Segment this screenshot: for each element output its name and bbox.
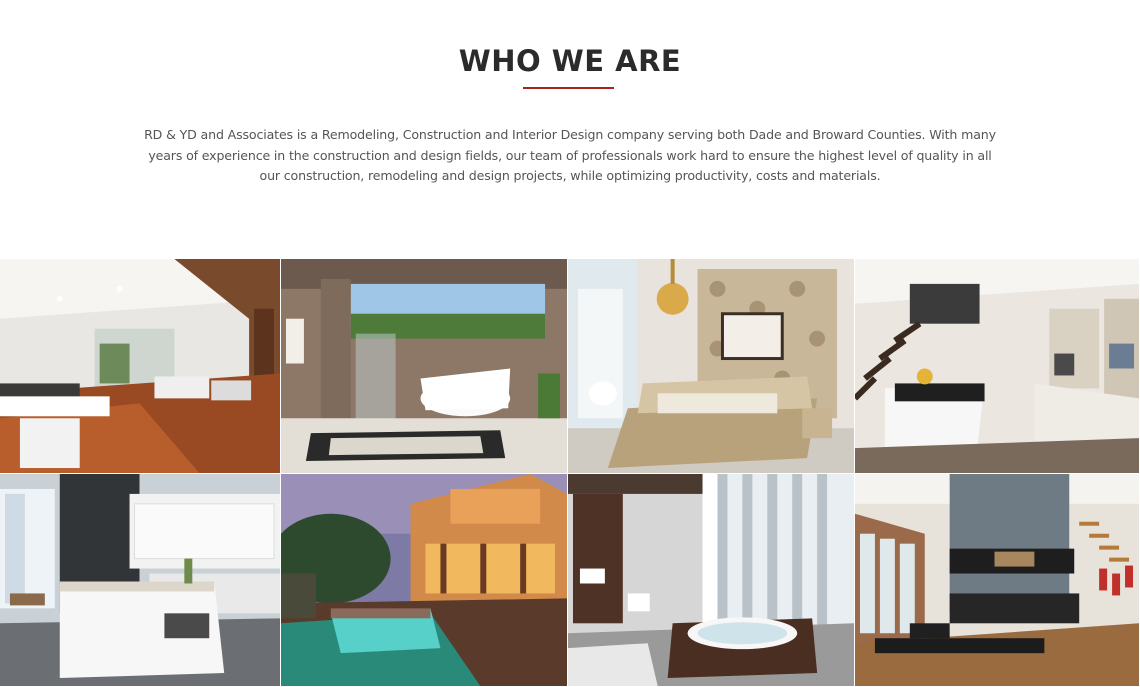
gallery-image-2[interactable] (281, 259, 568, 474)
gallery-image-3[interactable] (568, 259, 855, 474)
gallery-image-6[interactable] (281, 474, 568, 687)
section-description: RD & YD and Associates is a Remodeling, … (144, 127, 996, 183)
gallery-image-1[interactable] (0, 259, 281, 474)
open-living-room-photo (0, 259, 280, 473)
bedroom-wallpaper-photo (568, 259, 854, 473)
white-kitchen-island-photo (0, 474, 280, 686)
project-gallery (0, 259, 1140, 687)
gallery-image-5[interactable] (0, 474, 281, 687)
loft-kitchen-photo (855, 474, 1139, 686)
title-underline (523, 87, 614, 89)
gallery-image-4[interactable] (855, 259, 1140, 474)
bathroom-bathtub-photo (281, 259, 567, 473)
gallery-image-7[interactable] (568, 474, 855, 687)
who-we-are-section: WHO WE ARE RD & YD and Associates is a R… (0, 0, 1140, 259)
house-pool-night-photo (281, 474, 567, 686)
section-title: WHO WE ARE (458, 44, 682, 78)
kitchen-staircase-photo (855, 259, 1139, 473)
gallery-image-8[interactable] (855, 474, 1140, 687)
spa-bathroom-photo (568, 474, 854, 686)
